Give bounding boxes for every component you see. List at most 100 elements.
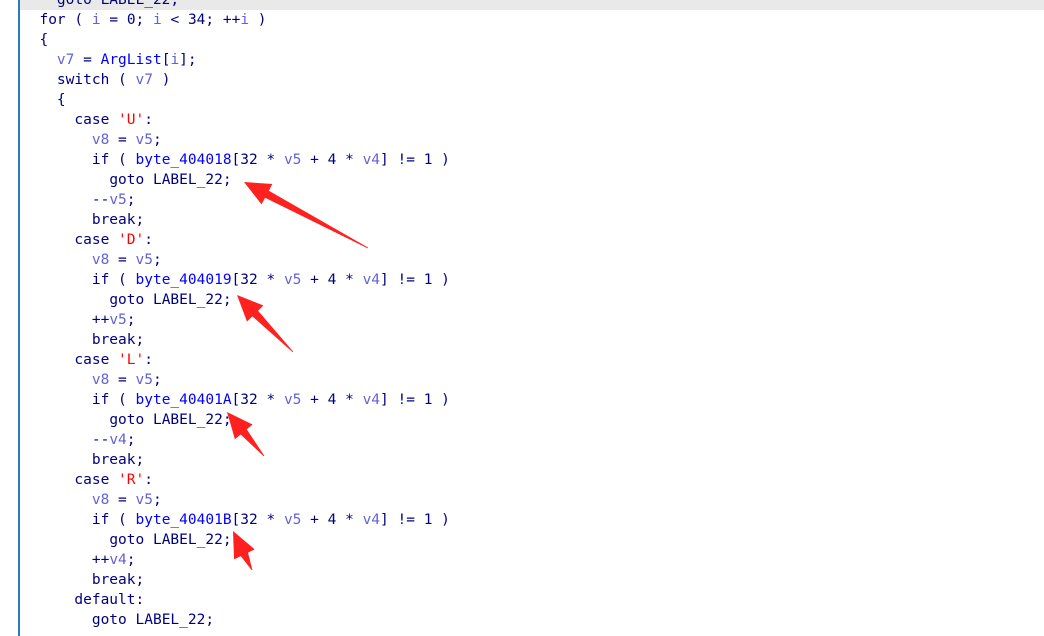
code-line[interactable]: 52 case 'U': bbox=[0, 110, 1044, 130]
code-line-text: { bbox=[22, 90, 66, 110]
code-token: byte_404019 bbox=[135, 272, 232, 288]
code-line[interactable]: 67 goto LABEL_22; bbox=[0, 410, 1044, 430]
code-token: break bbox=[91, 332, 136, 348]
code-token: if bbox=[91, 272, 110, 288]
line-number: 62 bbox=[1, 312, 19, 328]
code-token: ; bbox=[222, 292, 232, 308]
line-number: 71 bbox=[1, 492, 19, 508]
code-token: ; bbox=[135, 332, 145, 348]
code-line[interactable]: 46 goto LABEL_22; bbox=[0, 0, 1044, 10]
code-token: ; bbox=[135, 12, 154, 28]
code-line[interactable]: 68 --v4; bbox=[0, 430, 1044, 450]
code-token: v5 bbox=[135, 492, 153, 508]
code-line-text: break; bbox=[22, 330, 144, 350]
code-token: ( bbox=[109, 512, 136, 528]
code-token: = bbox=[109, 132, 136, 148]
line-number: 74 bbox=[1, 552, 19, 568]
code-token: v4 bbox=[362, 272, 381, 288]
code-line[interactable]: 72 if ( byte_40401B[32 * v5 + 4 * v4] !=… bbox=[0, 510, 1044, 530]
code-line[interactable]: 75 break; bbox=[0, 570, 1044, 590]
code-token: for bbox=[39, 12, 66, 28]
code-token: ] != bbox=[380, 272, 424, 288]
code-line[interactable]: 73 goto LABEL_22; bbox=[0, 530, 1044, 550]
code-lines-container[interactable]: 46 goto LABEL_22; 47 for ( i = 0; i < 34;… bbox=[0, 0, 1044, 630]
code-line-text: v8 = v5; bbox=[22, 130, 162, 150]
code-line[interactable]: 59 v8 = v5; bbox=[0, 250, 1044, 270]
line-number: 56 bbox=[1, 192, 19, 208]
line-number: 57 bbox=[1, 212, 19, 228]
code-token: goto bbox=[91, 612, 127, 628]
code-line[interactable]: 60 if ( byte_404019[32 * v5 + 4 * v4] !=… bbox=[0, 270, 1044, 290]
code-line[interactable]: 71 v8 = v5; bbox=[0, 490, 1044, 510]
code-token: 32 bbox=[240, 152, 258, 168]
code-token: = bbox=[100, 12, 127, 28]
code-token: = bbox=[74, 52, 101, 68]
code-line-text: break; bbox=[22, 450, 144, 470]
code-token: 'R' bbox=[118, 472, 145, 488]
code-line[interactable]: 47 for ( i = 0; i < 34; ++i ) bbox=[0, 10, 1044, 30]
code-line[interactable]: 65 v8 = v5; bbox=[0, 370, 1044, 390]
code-token: v8 bbox=[91, 492, 110, 508]
code-line[interactable]: 62 ++v5; bbox=[0, 310, 1044, 330]
code-token: * bbox=[336, 512, 363, 528]
code-token: v5 bbox=[135, 252, 153, 268]
code-line[interactable]: 55 goto LABEL_22; bbox=[0, 170, 1044, 190]
code-token: ) bbox=[432, 392, 450, 408]
code-token: ; bbox=[126, 552, 136, 568]
line-number: 69 bbox=[1, 452, 19, 468]
code-line[interactable]: 61 goto LABEL_22; bbox=[0, 290, 1044, 310]
code-line[interactable]: 74 ++v4; bbox=[0, 550, 1044, 570]
code-line[interactable]: 53 v8 = v5; bbox=[0, 130, 1044, 150]
code-token: v7 bbox=[56, 52, 75, 68]
line-number: 51 bbox=[1, 92, 19, 108]
code-line[interactable]: 64 case 'L': bbox=[0, 350, 1044, 370]
code-token: ; ++ bbox=[205, 12, 241, 28]
code-token: * bbox=[257, 512, 284, 528]
code-line[interactable]: 54 if ( byte_404018[32 * v5 + 4 * v4] !=… bbox=[0, 150, 1044, 170]
code-line-text: --v4; bbox=[22, 430, 136, 450]
line-number: 48 bbox=[1, 32, 19, 48]
code-line[interactable]: 49 v7 = ArgList[i]; bbox=[0, 50, 1044, 70]
code-token: v5 bbox=[283, 392, 302, 408]
code-token: v5 bbox=[283, 512, 302, 528]
code-line[interactable]: 50 switch ( v7 ) bbox=[0, 70, 1044, 90]
code-token: : bbox=[144, 472, 153, 488]
code-token: * bbox=[336, 392, 363, 408]
pseudocode-view[interactable]: 46 goto LABEL_22; 47 for ( i = 0; i < 34;… bbox=[0, 0, 1044, 636]
code-token: 32 bbox=[240, 512, 258, 528]
code-token: ]; bbox=[179, 52, 197, 68]
code-line-text: goto LABEL_22; bbox=[22, 530, 232, 550]
code-line[interactable]: 70 case 'R': bbox=[0, 470, 1044, 490]
code-line[interactable]: 63 break; bbox=[0, 330, 1044, 350]
code-token: * bbox=[257, 392, 284, 408]
code-line[interactable]: 66 if ( byte_40401A[32 * v5 + 4 * v4] !=… bbox=[0, 390, 1044, 410]
code-line[interactable]: 58 case 'D': bbox=[0, 230, 1044, 250]
code-line[interactable]: 48 { bbox=[0, 30, 1044, 50]
code-line[interactable]: 56 --v5; bbox=[0, 190, 1044, 210]
code-line-text: case 'D': bbox=[22, 230, 153, 250]
code-token: ; bbox=[222, 532, 232, 548]
line-number: 53 bbox=[1, 132, 19, 148]
code-line[interactable]: 77 goto LABEL_22; bbox=[0, 610, 1044, 630]
code-line[interactable]: 76 default: bbox=[0, 590, 1044, 610]
code-token: LABEL_22 bbox=[152, 172, 223, 188]
line-number: 68 bbox=[1, 432, 19, 448]
code-line[interactable]: 57 break; bbox=[0, 210, 1044, 230]
code-token: : bbox=[144, 112, 153, 128]
code-line[interactable]: 69 break; bbox=[0, 450, 1044, 470]
code-line[interactable]: 51 { bbox=[0, 90, 1044, 110]
line-number: 59 bbox=[1, 252, 19, 268]
code-token: -- bbox=[22, 192, 110, 208]
code-token: goto bbox=[109, 292, 145, 308]
